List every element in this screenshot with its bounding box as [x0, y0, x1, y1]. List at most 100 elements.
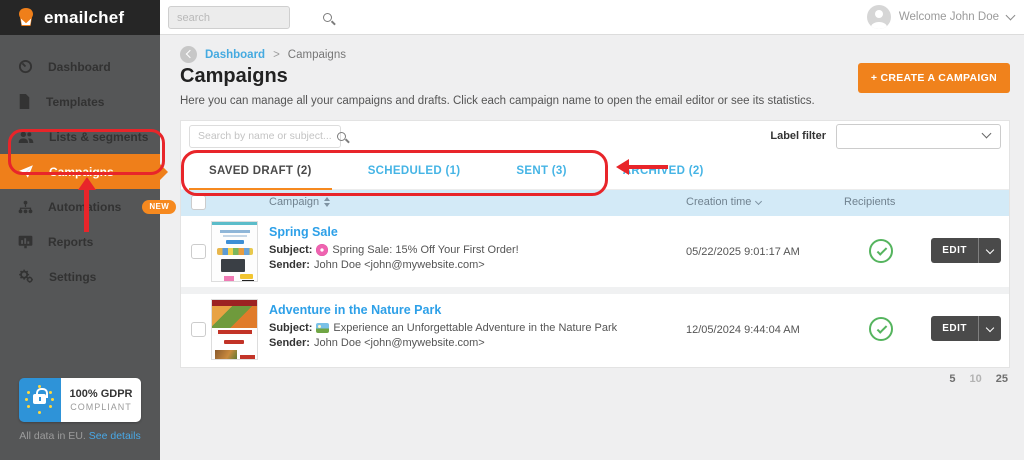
gdpr-line1: 100% GDPR: [70, 388, 133, 400]
sidebar-item-automations[interactable]: Automations NEW: [0, 189, 160, 224]
page-description: Here you can manage all your campaigns a…: [180, 95, 815, 107]
sender-label: Sender:: [269, 259, 310, 271]
sidebar-item-settings[interactable]: Settings: [0, 259, 160, 294]
gdpr-badge: 100% GDPR COMPLIANT: [19, 378, 141, 422]
sidebar-item-label: Campaigns: [49, 165, 114, 179]
welcome-label: Welcome John Doe: [899, 11, 999, 23]
sort-desc-icon: [755, 197, 762, 204]
dashboard-gauge-icon: [18, 59, 33, 74]
label-filter-label: Label filter: [770, 130, 826, 142]
page-size-25[interactable]: 25: [996, 373, 1008, 385]
page-title: Campaigns: [180, 65, 288, 88]
campaign-title-link[interactable]: Spring Sale: [269, 225, 519, 239]
campaign-row: Adventure in the Nature Park Subject: Ex…: [181, 294, 1009, 365]
page-size-10[interactable]: 10: [970, 373, 982, 385]
campaign-thumbnail[interactable]: [211, 299, 258, 360]
row-checkbox[interactable]: [191, 322, 206, 337]
edit-dropdown-toggle[interactable]: [979, 316, 1001, 341]
edit-split-button: EDIT: [931, 238, 1001, 263]
breadcrumb-home-icon[interactable]: [180, 46, 197, 63]
campaign-tabs: SAVED DRAFT (2) SCHEDULED (1) SENT (3) A…: [181, 153, 1009, 190]
tab-saved-draft[interactable]: SAVED DRAFT (2): [195, 153, 326, 189]
sidebar-item-label: Settings: [49, 270, 96, 284]
campaigns-panel: Label filter SAVED DRAFT (2) SCHEDULED (…: [180, 120, 1010, 368]
breadcrumb: Dashboard > Campaigns: [180, 46, 346, 63]
sidebar-item-label: Reports: [48, 235, 93, 249]
chevron-down-icon: [986, 245, 994, 253]
table-header: Campaign Creation time Recipients: [181, 190, 1009, 216]
gdpr-footer-text: All data in EU.: [19, 430, 86, 442]
main-content: Dashboard > Campaigns Campaigns Here you…: [160, 35, 1024, 460]
edit-dropdown-toggle[interactable]: [979, 238, 1001, 263]
search-icon[interactable]: [323, 13, 332, 22]
page-size-5[interactable]: 5: [949, 373, 955, 385]
edit-split-button: EDIT: [931, 316, 1001, 341]
select-all-checkbox[interactable]: [191, 195, 206, 210]
sidebar-item-dashboard[interactable]: Dashboard: [0, 49, 160, 84]
sidebar-item-lists-segments[interactable]: Lists & segments: [0, 119, 160, 154]
chevron-down-icon: [982, 128, 992, 138]
column-creation-time[interactable]: Creation time: [686, 196, 751, 208]
sidebar-item-reports[interactable]: Reports: [0, 224, 160, 259]
search-icon[interactable]: [337, 132, 346, 141]
campaign-title-link[interactable]: Adventure in the Nature Park: [269, 303, 617, 317]
paper-plane-icon: [18, 164, 34, 179]
avatar: [867, 5, 891, 29]
campaign-thumbnail[interactable]: [211, 221, 258, 282]
chevron-down-icon: [986, 323, 994, 331]
campaign-row: Spring Sale Subject: Spring Sale: 15% Of…: [181, 216, 1009, 287]
active-item-arrow: [159, 163, 168, 181]
sort-icon[interactable]: [324, 197, 330, 207]
park-picture-emoji: [316, 323, 329, 333]
creation-time: 12/05/2024 9:44:04 AM: [686, 324, 800, 336]
sidebar-item-label: Templates: [46, 95, 104, 109]
campaign-search-input[interactable]: [190, 130, 337, 142]
sender-label: Sender:: [269, 337, 310, 349]
sender-text: John Doe <john@mywebsite.com>: [314, 259, 485, 271]
subject-label: Subject:: [269, 322, 312, 334]
sidebar-item-campaigns[interactable]: Campaigns: [0, 154, 160, 189]
column-campaign: Campaign: [269, 196, 319, 208]
tab-archived[interactable]: ARCHIVED (2): [609, 153, 718, 189]
subject-text: Experience an Unforgettable Adventure in…: [333, 322, 617, 334]
sidebar-item-templates[interactable]: Templates: [0, 84, 160, 119]
tab-sent[interactable]: SENT (3): [502, 153, 580, 189]
global-search-input[interactable]: [169, 12, 323, 24]
subject-text: Spring Sale: 15% Off Your First Order!: [332, 244, 518, 256]
tab-scheduled[interactable]: SCHEDULED (1): [354, 153, 475, 189]
sidebar-item-label: Automations: [48, 200, 121, 214]
page-size-selector: 5 10 25: [949, 373, 1008, 385]
people-icon: [18, 130, 34, 144]
sidebar-item-label: Dashboard: [48, 60, 111, 74]
sidebar: Dashboard Templates Lists & segments Cam…: [0, 35, 160, 460]
gdpr-badge-area: 100% GDPR COMPLIANT All data in EU. See …: [0, 378, 160, 442]
sender-text: John Doe <john@mywebsite.com>: [314, 337, 485, 349]
create-campaign-button[interactable]: + CREATE A CAMPAIGN: [858, 63, 1010, 93]
subject-label: Subject:: [269, 244, 312, 256]
brand-logo[interactable]: emailchef: [0, 0, 160, 35]
creation-time: 05/22/2025 9:01:17 AM: [686, 246, 800, 258]
chef-hat-icon: [14, 7, 38, 29]
gdpr-see-details-link[interactable]: See details: [89, 430, 141, 442]
brand-name: emailchef: [44, 8, 124, 28]
edit-button[interactable]: EDIT: [931, 238, 979, 263]
row-divider: [181, 287, 1009, 294]
gdpr-line2: COMPLIANT: [70, 402, 132, 412]
label-filter-select[interactable]: [836, 124, 1001, 149]
breadcrumb-dashboard-link[interactable]: Dashboard: [205, 49, 265, 61]
user-menu[interactable]: Welcome John Doe: [867, 5, 1014, 29]
gears-icon: [18, 269, 34, 284]
sidebar-item-label: Lists & segments: [49, 130, 148, 144]
breadcrumb-separator: >: [273, 49, 280, 61]
panel-toolbar: Label filter: [181, 121, 1009, 151]
column-recipients: Recipients: [844, 196, 895, 208]
chevron-down-icon: [1006, 11, 1016, 21]
row-checkbox[interactable]: [191, 244, 206, 259]
sitemap-icon: [18, 200, 33, 214]
gdpr-eu-lock-icon: [19, 378, 61, 422]
chart-icon: [18, 235, 33, 249]
edit-button[interactable]: EDIT: [931, 316, 979, 341]
global-search: [168, 6, 290, 29]
top-bar: emailchef Welcome John Doe: [0, 0, 1024, 35]
campaign-search: [189, 125, 341, 148]
